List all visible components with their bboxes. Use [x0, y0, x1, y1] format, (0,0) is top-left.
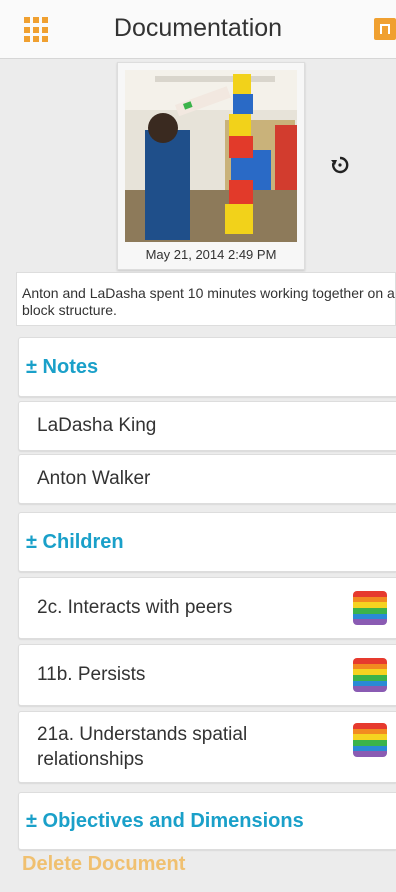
photo-card[interactable]: May 21, 2014 2:49 PM [117, 62, 305, 270]
objective-item-11b[interactable]: 11b. Persists [18, 644, 396, 706]
objectives-section[interactable]: ± Objectives and Dimensions [18, 792, 396, 850]
objectives-label: ± Objectives and Dimensions [26, 809, 304, 832]
top-bar: Documentation [0, 0, 396, 59]
person-item-anton[interactable]: Anton Walker [18, 454, 396, 504]
page-title: Documentation [113, 14, 283, 42]
objective-item-2c[interactable]: 2c. Interacts with peers [18, 577, 396, 639]
rotate-icon[interactable] [330, 155, 350, 175]
rainbow-icon [353, 723, 387, 757]
rainbow-icon [353, 591, 387, 625]
children-section[interactable]: ± Children [18, 512, 396, 572]
delete-document-button[interactable]: Delete Document [22, 853, 185, 876]
notes-section[interactable]: ± Notes [18, 337, 396, 397]
objective-item-21a[interactable]: 21a. Understands spatial relationships [18, 711, 396, 783]
person-item-ladasha[interactable]: LaDasha King [18, 401, 396, 451]
objective-label: 11b. Persists [37, 664, 146, 685]
rainbow-icon [353, 658, 387, 692]
export-icon[interactable] [374, 18, 396, 40]
children-label: ± Children [26, 530, 124, 553]
person-name: Anton Walker [37, 468, 151, 489]
notes-label: ± Notes [26, 355, 99, 378]
documentation-photo[interactable] [125, 70, 297, 242]
objective-label: 2c. Interacts with peers [37, 597, 233, 618]
photo-date: May 21, 2014 2:49 PM [145, 247, 277, 262]
objective-label: 21a. Understands spatial relationships [37, 724, 248, 770]
person-name: LaDasha King [37, 415, 157, 436]
caption-text[interactable]: Anton and LaDasha spent 10 minutes worki… [16, 272, 396, 326]
